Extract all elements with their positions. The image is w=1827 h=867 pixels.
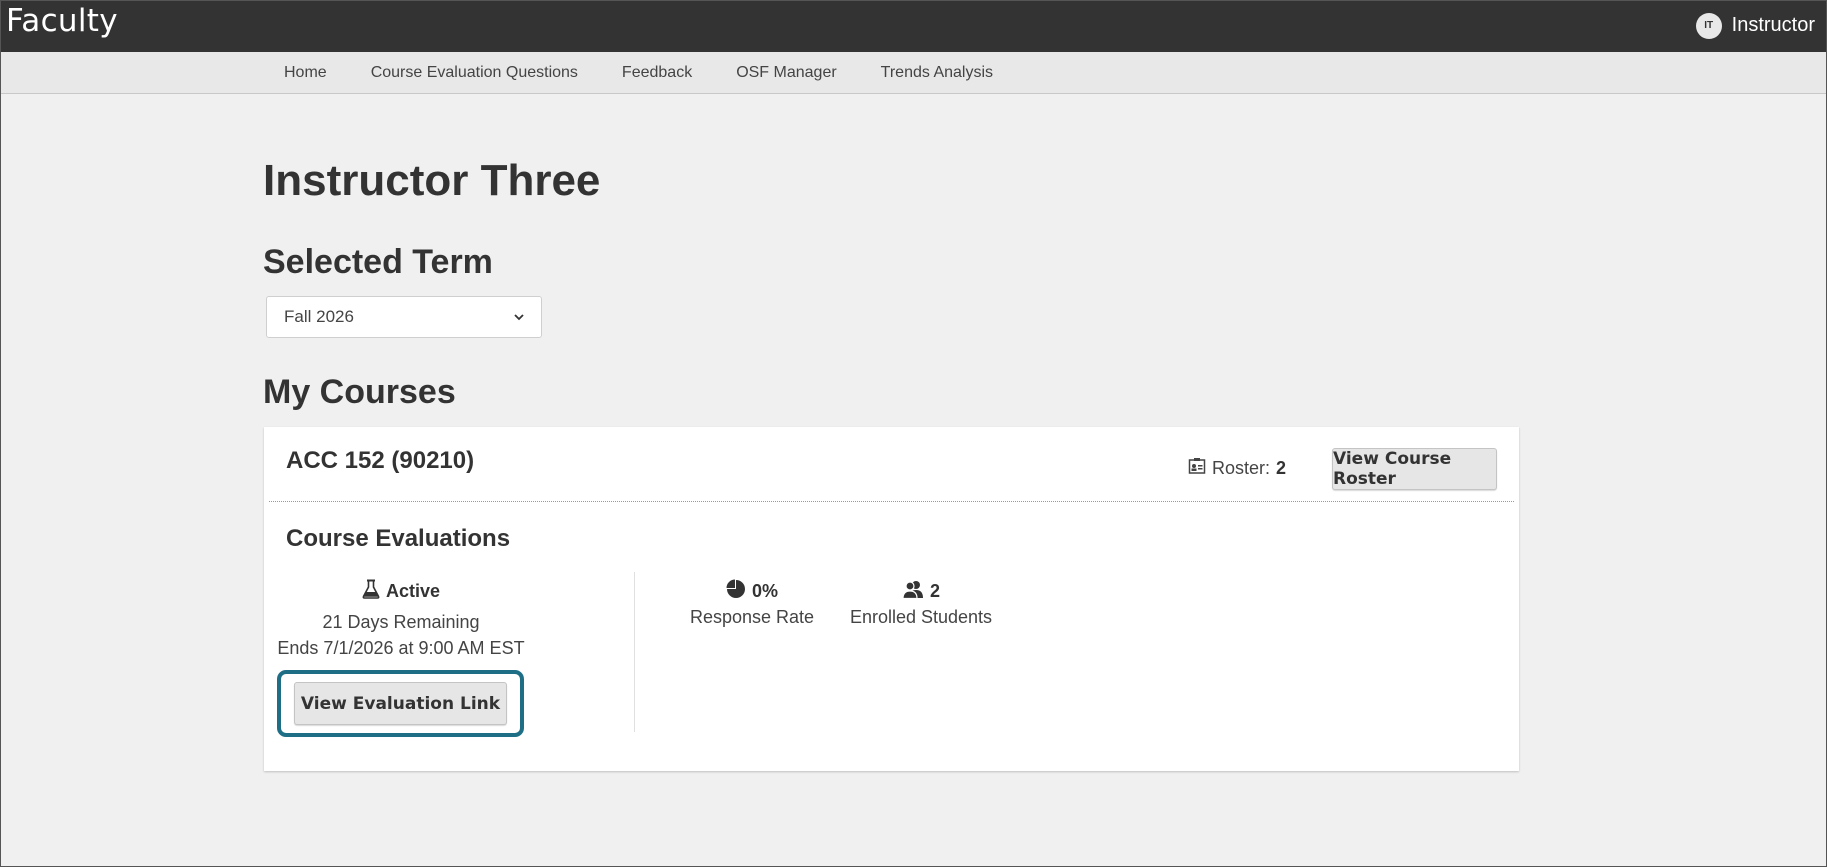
status-label: Active <box>385 580 441 601</box>
course-title: ACC 152 (90210) <box>286 447 475 474</box>
page-title: Instructor Three <box>263 156 601 205</box>
response-rate-stat: 0% Response Rate <box>682 579 822 631</box>
flask-icon <box>362 579 380 604</box>
user-role-label[interactable]: Instructor <box>1732 14 1815 37</box>
main-nav: Home Course Evaluation Questions Feedbac… <box>1 52 1826 94</box>
users-icon <box>902 579 924 604</box>
nav-item-home[interactable]: Home <box>262 52 349 94</box>
nav-item-osf-manager[interactable]: OSF Manager <box>714 52 858 94</box>
user-menu[interactable]: IT Instructor <box>1695 12 1815 39</box>
roster-label: Roster: <box>1211 458 1270 478</box>
column-divider <box>634 572 635 732</box>
days-remaining: 21 Days Remaining <box>322 612 480 632</box>
term-select[interactable]: Fall 2026 <box>266 296 542 338</box>
term-select-value: Fall 2026 <box>284 307 354 326</box>
top-bar: Faculty IT Instructor <box>1 1 1826 52</box>
roster-card-icon <box>1188 457 1206 480</box>
nav-item-trends-analysis[interactable]: Trends Analysis <box>859 52 1015 94</box>
response-rate-value: 0% <box>751 580 778 601</box>
enrolled-value: 2 <box>929 580 940 601</box>
nav-item-course-evaluation-questions[interactable]: Course Evaluation Questions <box>349 52 600 94</box>
response-rate-label: Response Rate <box>689 607 815 627</box>
nav-item-feedback[interactable]: Feedback <box>600 52 714 94</box>
view-evaluation-link-button[interactable]: View Evaluation Link <box>294 682 507 725</box>
evaluation-status-column: Active 21 Days Remaining Ends 7/1/2026 a… <box>264 579 538 661</box>
evaluation-status: Active <box>264 579 538 603</box>
roster-info: Roster: 2 <box>1188 457 1286 480</box>
chevron-down-icon <box>514 310 524 324</box>
divider <box>269 501 1514 502</box>
courses-heading: My Courses <box>263 373 456 411</box>
view-course-roster-button[interactable]: View Course Roster <box>1332 448 1497 490</box>
app-brand[interactable]: Faculty <box>6 3 118 39</box>
enrolled-students-stat: 2 Enrolled Students <box>841 579 1001 631</box>
course-card: ACC 152 (90210) Roster: 2 View Course Ro… <box>264 427 1519 771</box>
roster-count: 2 <box>1275 458 1286 478</box>
end-date: Ends 7/1/2026 at 9:00 AM EST <box>277 638 525 658</box>
enrolled-label: Enrolled Students <box>849 607 993 627</box>
term-heading: Selected Term <box>263 243 493 281</box>
pie-chart-icon <box>726 579 746 604</box>
avatar[interactable]: IT <box>1695 12 1722 39</box>
course-evaluations-heading: Course Evaluations <box>286 525 511 552</box>
